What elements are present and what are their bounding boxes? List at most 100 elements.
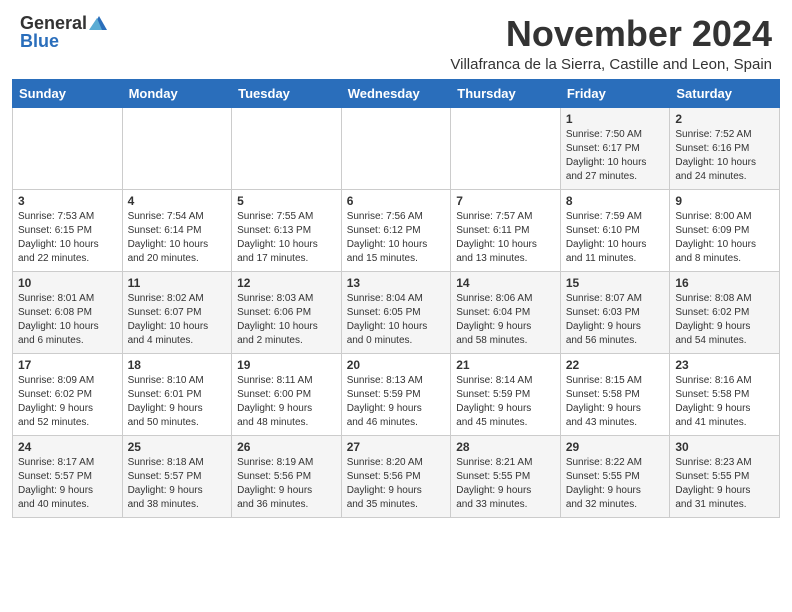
day-info: Sunrise: 8:04 AM Sunset: 6:05 PM Dayligh…: [347, 292, 446, 348]
day-info: Sunrise: 7:56 AM Sunset: 6:12 PM Dayligh…: [347, 210, 446, 266]
calendar-cell: 10 Sunrise: 8:01 AM Sunset: 6:08 PM Dayli…: [13, 271, 123, 353]
calendar-wrapper: SundayMondayTuesdayWednesdayThursdayFrid…: [0, 79, 792, 530]
day-number: 26: [237, 440, 336, 454]
day-number: 6: [347, 194, 446, 208]
weekday-header: Monday: [122, 79, 232, 107]
calendar-cell: 25Sunrise: 8:18 AM Sunset: 5:57 PM Dayli…: [122, 435, 232, 517]
day-number: 22: [566, 358, 665, 372]
weekday-header: Sunday: [13, 79, 123, 107]
day-info: Sunrise: 8:15 AM Sunset: 5:58 PM Dayligh…: [566, 374, 665, 430]
calendar-week-row: 10 Sunrise: 8:01 AM Sunset: 6:08 PM Dayli…: [13, 271, 780, 353]
day-info: Sunrise: 8:19 AM Sunset: 5:56 PM Dayligh…: [237, 456, 336, 512]
day-number: 4: [128, 194, 227, 208]
month-title: November 2024: [107, 14, 772, 54]
calendar-cell: [341, 107, 451, 189]
day-info: Sunrise: 8:00 AM Sunset: 6:09 PM Dayligh…: [675, 210, 774, 266]
page-container: General Blue November 2024 Villafranca d…: [0, 0, 792, 530]
day-info: Sunrise: 8:14 AM Sunset: 5:59 PM Dayligh…: [456, 374, 555, 430]
day-number: 12: [237, 276, 336, 290]
calendar-cell: 18 Sunrise: 8:10 AM Sunset: 6:01 PM Dayli…: [122, 353, 232, 435]
day-info: Sunrise: 8:06 AM Sunset: 6:04 PM Dayligh…: [456, 292, 555, 348]
weekday-header: Tuesday: [232, 79, 342, 107]
calendar-week-row: 3 Sunrise: 7:53 AM Sunset: 6:15 PM Daylig…: [13, 189, 780, 271]
calendar-cell: 28 Sunrise: 8:21 AM Sunset: 5:55 PM Dayli…: [451, 435, 561, 517]
calendar-cell: 2 Sunrise: 7:52 AM Sunset: 6:16 PM Daylig…: [670, 107, 780, 189]
day-number: 9: [675, 194, 774, 208]
calendar-cell: 30Sunrise: 8:23 AM Sunset: 5:55 PM Dayli…: [670, 435, 780, 517]
calendar-header-row: SundayMondayTuesdayWednesdayThursdayFrid…: [13, 79, 780, 107]
day-info: Sunrise: 8:07 AM Sunset: 6:03 PM Dayligh…: [566, 292, 665, 348]
day-number: 2: [675, 112, 774, 126]
day-info: Sunrise: 7:50 AM Sunset: 6:17 PM Dayligh…: [566, 128, 665, 184]
calendar-week-row: 24 Sunrise: 8:17 AM Sunset: 5:57 PM Dayli…: [13, 435, 780, 517]
day-info: Sunrise: 8:02 AM Sunset: 6:07 PM Dayligh…: [128, 292, 227, 348]
day-number: 5: [237, 194, 336, 208]
day-number: 14: [456, 276, 555, 290]
calendar-cell: 22 Sunrise: 8:15 AM Sunset: 5:58 PM Dayli…: [560, 353, 670, 435]
calendar-cell: 14 Sunrise: 8:06 AM Sunset: 6:04 PM Dayli…: [451, 271, 561, 353]
calendar-cell: 29 Sunrise: 8:22 AM Sunset: 5:55 PM Dayli…: [560, 435, 670, 517]
calendar-cell: 13 Sunrise: 8:04 AM Sunset: 6:05 PM Dayli…: [341, 271, 451, 353]
day-info: Sunrise: 8:01 AM Sunset: 6:08 PM Dayligh…: [18, 292, 117, 348]
day-number: 10: [18, 276, 117, 290]
day-number: 7: [456, 194, 555, 208]
day-number: 1: [566, 112, 665, 126]
day-number: 20: [347, 358, 446, 372]
weekday-header: Thursday: [451, 79, 561, 107]
day-number: 27: [347, 440, 446, 454]
day-number: 23: [675, 358, 774, 372]
calendar-cell: [13, 107, 123, 189]
day-number: 17: [18, 358, 117, 372]
calendar-cell: 19 Sunrise: 8:11 AM Sunset: 6:00 PM Dayli…: [232, 353, 342, 435]
day-number: 21: [456, 358, 555, 372]
day-info: Sunrise: 7:52 AM Sunset: 6:16 PM Dayligh…: [675, 128, 774, 184]
day-number: 11: [128, 276, 227, 290]
calendar-cell: 20Sunrise: 8:13 AM Sunset: 5:59 PM Dayli…: [341, 353, 451, 435]
day-info: Sunrise: 7:54 AM Sunset: 6:14 PM Dayligh…: [128, 210, 227, 266]
day-info: Sunrise: 8:16 AM Sunset: 5:58 PM Dayligh…: [675, 374, 774, 430]
day-number: 24: [18, 440, 117, 454]
day-number: 25: [128, 440, 227, 454]
logo: General Blue: [20, 14, 107, 50]
calendar-week-row: 1 Sunrise: 7:50 AM Sunset: 6:17 PM Daylig…: [13, 107, 780, 189]
day-number: 15: [566, 276, 665, 290]
day-info: Sunrise: 8:09 AM Sunset: 6:02 PM Dayligh…: [18, 374, 117, 430]
day-info: Sunrise: 8:10 AM Sunset: 6:01 PM Dayligh…: [128, 374, 227, 430]
calendar-cell: [122, 107, 232, 189]
day-info: Sunrise: 8:21 AM Sunset: 5:55 PM Dayligh…: [456, 456, 555, 512]
calendar-cell: 9 Sunrise: 8:00 AM Sunset: 6:09 PM Daylig…: [670, 189, 780, 271]
day-info: Sunrise: 8:23 AM Sunset: 5:55 PM Dayligh…: [675, 456, 774, 512]
calendar-cell: 11 Sunrise: 8:02 AM Sunset: 6:07 PM Dayli…: [122, 271, 232, 353]
day-info: Sunrise: 7:57 AM Sunset: 6:11 PM Dayligh…: [456, 210, 555, 266]
day-number: 16: [675, 276, 774, 290]
calendar-cell: 23 Sunrise: 8:16 AM Sunset: 5:58 PM Dayli…: [670, 353, 780, 435]
day-info: Sunrise: 7:55 AM Sunset: 6:13 PM Dayligh…: [237, 210, 336, 266]
logo-general-text: General: [20, 14, 87, 32]
calendar-cell: 26 Sunrise: 8:19 AM Sunset: 5:56 PM Dayli…: [232, 435, 342, 517]
day-number: 8: [566, 194, 665, 208]
day-number: 13: [347, 276, 446, 290]
calendar-cell: 16 Sunrise: 8:08 AM Sunset: 6:02 PM Dayli…: [670, 271, 780, 353]
calendar-cell: 8 Sunrise: 7:59 AM Sunset: 6:10 PM Daylig…: [560, 189, 670, 271]
calendar-cell: 27Sunrise: 8:20 AM Sunset: 5:56 PM Dayli…: [341, 435, 451, 517]
weekday-header: Wednesday: [341, 79, 451, 107]
day-info: Sunrise: 8:17 AM Sunset: 5:57 PM Dayligh…: [18, 456, 117, 512]
day-info: Sunrise: 8:11 AM Sunset: 6:00 PM Dayligh…: [237, 374, 336, 430]
day-number: 29: [566, 440, 665, 454]
day-info: Sunrise: 7:53 AM Sunset: 6:15 PM Dayligh…: [18, 210, 117, 266]
calendar-cell: 1 Sunrise: 7:50 AM Sunset: 6:17 PM Daylig…: [560, 107, 670, 189]
calendar-cell: [451, 107, 561, 189]
day-info: Sunrise: 8:08 AM Sunset: 6:02 PM Dayligh…: [675, 292, 774, 348]
day-number: 28: [456, 440, 555, 454]
calendar-cell: 7 Sunrise: 7:57 AM Sunset: 6:11 PM Daylig…: [451, 189, 561, 271]
logo-blue-text: Blue: [20, 32, 59, 50]
day-number: 18: [128, 358, 227, 372]
calendar-cell: 5 Sunrise: 7:55 AM Sunset: 6:13 PM Daylig…: [232, 189, 342, 271]
day-number: 19: [237, 358, 336, 372]
day-info: Sunrise: 7:59 AM Sunset: 6:10 PM Dayligh…: [566, 210, 665, 266]
day-info: Sunrise: 8:22 AM Sunset: 5:55 PM Dayligh…: [566, 456, 665, 512]
day-number: 3: [18, 194, 117, 208]
calendar-cell: 6 Sunrise: 7:56 AM Sunset: 6:12 PM Daylig…: [341, 189, 451, 271]
day-info: Sunrise: 8:03 AM Sunset: 6:06 PM Dayligh…: [237, 292, 336, 348]
location-title: Villafranca de la Sierra, Castille and L…: [107, 56, 772, 73]
